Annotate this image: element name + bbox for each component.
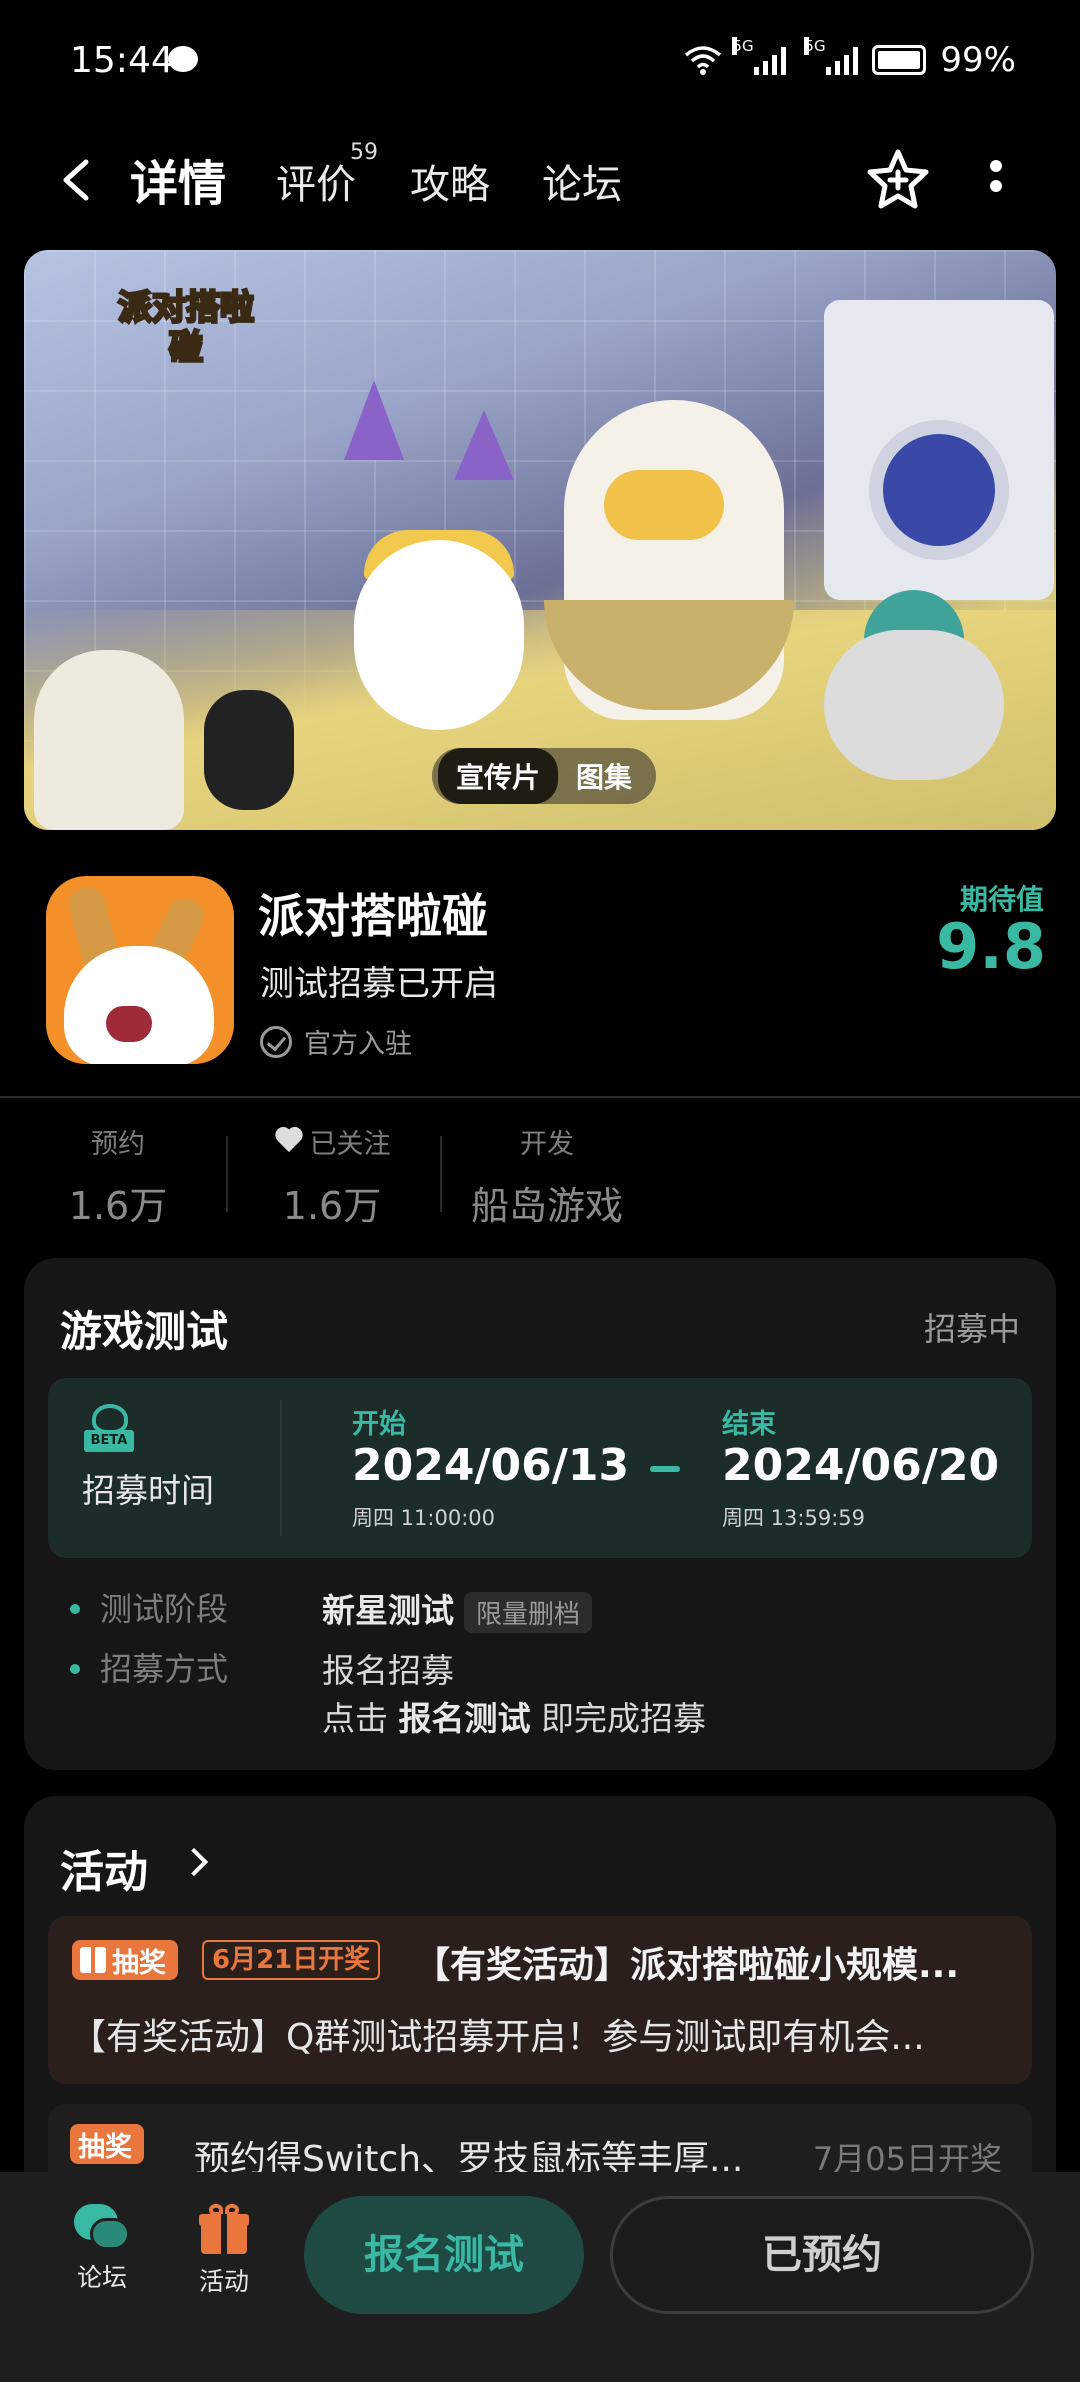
chevron-right-icon[interactable] — [179, 1847, 209, 1877]
stat-follows: 已关注 1.6万 — [262, 1122, 402, 1230]
game-app-icon — [46, 876, 234, 1064]
game-logo: 派对搭啦碰 — [117, 287, 256, 370]
stage-chip: 限量删档 — [464, 1592, 593, 1633]
draw-date-tag: 6月21日开奖 — [202, 1940, 381, 1980]
top-nav: 详情 评价 59 攻略 论坛 — [0, 130, 1080, 230]
arrow-icon — [650, 1466, 680, 1472]
back-icon[interactable] — [56, 158, 96, 202]
end-label: 结束 — [722, 1409, 776, 1440]
signal-icon: 5G — [804, 37, 859, 75]
official-badge: 官方入驻 — [260, 1022, 412, 1061]
stat-value: 1.6万 — [282, 1184, 382, 1228]
recruit-method-key: 招募方式 — [100, 1650, 229, 1688]
stat-value: 1.6万 — [68, 1184, 168, 1228]
test-stage-key: 测试阶段 — [100, 1590, 229, 1628]
battery-icon — [872, 45, 927, 75]
gift-icon — [199, 2204, 249, 2254]
activity-item[interactable]: 抽奖 6月21日开奖 【有奖活动】派对搭啦碰小规模... 【有奖活动】Q群测试招… — [48, 1916, 1032, 2084]
tab-details[interactable]: 详情 — [130, 144, 226, 214]
stat-label: 开发 — [520, 1129, 574, 1160]
bottom-activity-button[interactable]: 活动 — [184, 2204, 264, 2298]
divider — [440, 1136, 442, 1212]
activity-label: 活动 — [198, 2267, 249, 2296]
activity-headline: 【有奖活动】派对搭啦碰小规模... — [414, 1945, 960, 1986]
stat-reservations: 预约 1.6万 — [58, 1122, 178, 1230]
recruit-method-note: 点击 报名测试 即完成招募 — [322, 1699, 706, 1738]
start-date: 2024/06/13 — [352, 1440, 630, 1491]
tab-reviews[interactable]: 评价 — [276, 152, 356, 210]
recruit-time-label: 招募时间 — [82, 1471, 214, 1510]
heart-check-icon — [274, 1128, 304, 1156]
official-label: 官方入驻 — [304, 1029, 412, 1060]
status-bar: 15:44 5G 5G 99% — [0, 0, 1080, 120]
promo-banner[interactable]: 派对搭啦碰 宣传片 图集 — [24, 250, 1056, 830]
lottery-badge: 抽奖 — [72, 1940, 178, 1980]
end-date: 2024/06/20 — [722, 1440, 1000, 1491]
stat-label: 预约 — [91, 1129, 145, 1160]
bottom-action-bar: 论坛 活动 报名测试 已预约 — [0, 2172, 1080, 2382]
tab-video[interactable]: 宣传片 — [438, 748, 559, 804]
tab-guides[interactable]: 攻略 — [410, 152, 490, 210]
divider — [0, 1096, 1080, 1098]
chick-character-graphic — [354, 540, 524, 730]
start-label: 开始 — [352, 1409, 406, 1440]
bullet-dot — [70, 1604, 80, 1614]
recruit-time-box: BETA 招募时间 开始 2024/06/13 周四 11:00:00 结束 2… — [48, 1378, 1032, 1558]
reserved-button[interactable]: 已预约 — [610, 2196, 1034, 2314]
favorite-star-icon[interactable] — [866, 148, 930, 212]
end-time: 周四 13:59:59 — [722, 1506, 865, 1530]
battery-level: 99% — [940, 40, 1016, 80]
gift-icon — [80, 1947, 106, 1973]
check-circle-icon — [260, 1025, 292, 1058]
test-card-title: 游戏测试 — [60, 1307, 229, 1356]
lottery-badge: 抽奖 — [70, 2124, 144, 2164]
forum-chat-icon — [74, 2204, 130, 2250]
game-test-card: 游戏测试 招募中 BETA 招募时间 开始 2024/06/13 周四 11:0… — [24, 1258, 1056, 1770]
start-time: 周四 11:00:00 — [352, 1506, 495, 1530]
bottom-forum-button[interactable]: 论坛 — [62, 2204, 142, 2294]
stat-label: 已关注 — [309, 1129, 391, 1160]
stat-value: 船岛游戏 — [470, 1184, 623, 1228]
forum-label: 论坛 — [76, 2263, 127, 2292]
expectation-score: 9.8 — [936, 910, 1046, 983]
tab-forum[interactable]: 论坛 — [542, 152, 622, 210]
divider — [226, 1136, 228, 1212]
recruit-method-value: 报名招募 — [322, 1651, 454, 1690]
recruit-status: 招募中 — [923, 1310, 1020, 1348]
signal-icon: 5G — [732, 37, 787, 75]
stat-developer[interactable]: 开发 船岛游戏 — [462, 1122, 632, 1230]
media-switch: 宣传片 图集 — [432, 748, 657, 804]
beta-timer-icon: BETA — [84, 1404, 138, 1452]
reviews-count-badge: 59 — [350, 140, 378, 165]
activity-title[interactable]: 活动 — [60, 1836, 148, 1900]
message-icon — [168, 46, 198, 72]
status-indicators: 5G 5G 99% — [684, 37, 1016, 80]
tab-gallery[interactable]: 图集 — [558, 748, 650, 804]
signup-test-button[interactable]: 报名测试 — [304, 2196, 584, 2314]
more-options-icon[interactable] — [988, 160, 1004, 204]
test-stage-value: 新星测试 限量删档 — [322, 1584, 593, 1633]
wifi-icon — [685, 46, 722, 75]
bullet-dot — [70, 1664, 80, 1674]
activity-description: 【有奖活动】Q群测试招募开启！参与测试即有机会... — [70, 2017, 925, 2058]
game-status-text: 测试招募已开启 — [260, 964, 498, 1004]
status-time: 15:44 — [70, 40, 174, 81]
game-title: 派对搭啦碰 — [258, 889, 488, 943]
